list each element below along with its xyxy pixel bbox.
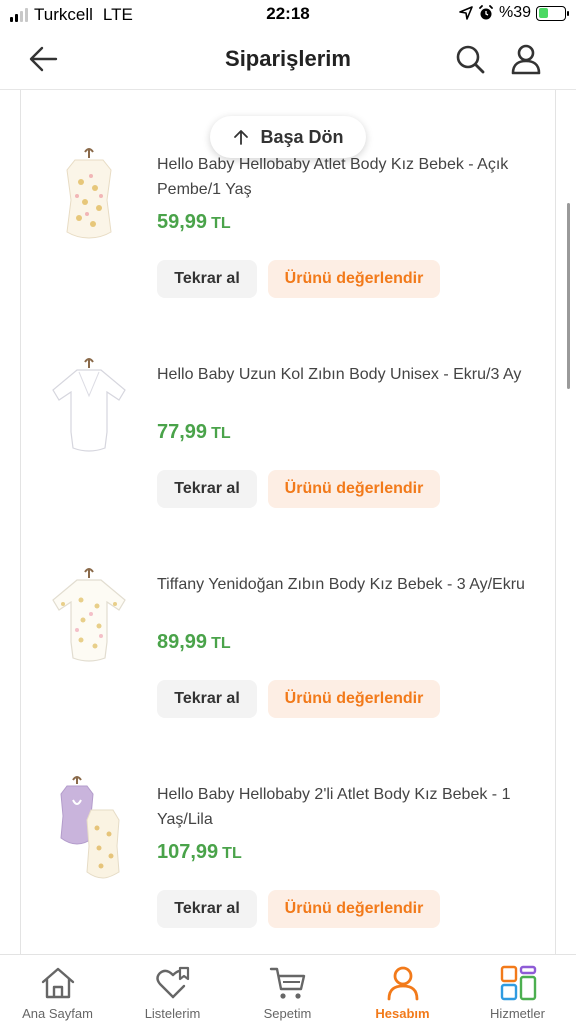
status-bar: Turkcell LTE 22:18 %39 (0, 0, 576, 30)
product-price: 59,99 TL (157, 211, 231, 234)
order-item: Tiffany Yenidoğan Zıbın Body Kız Bebek -… (21, 568, 555, 782)
review-product-button[interactable]: Ürünü değerlendir (268, 890, 440, 928)
heart-list-icon (156, 966, 190, 999)
account-icon (387, 966, 419, 1001)
product-name[interactable]: Hello Baby Uzun Kol Zıbın Body Unisex - … (157, 362, 537, 387)
page-title: Siparişlerim (225, 46, 351, 71)
back-to-top-label: Başa Dön (260, 126, 344, 147)
order-item: Hello Baby Hellobaby Atlet Body Kız Bebe… (21, 148, 555, 362)
app-header: Siparişlerim (0, 30, 576, 90)
services-grid-icon (500, 965, 537, 1001)
review-product-button[interactable]: Ürünü değerlendir (268, 680, 440, 718)
product-image[interactable] (47, 776, 131, 886)
alarm-icon (479, 5, 493, 20)
price-value: 77,99 (157, 421, 208, 443)
back-to-top-button[interactable]: Başa Dön (210, 116, 366, 158)
price-currency: TL (222, 845, 242, 862)
review-product-button[interactable]: Ürünü değerlendir (268, 470, 440, 508)
arrow-up-icon (234, 130, 249, 145)
bottom-tab-bar: Ana Sayfam Listelerim Sepetim Hesabım Hi… (0, 954, 576, 1024)
tab-label: Hizmetler (490, 1006, 545, 1021)
battery-icon (536, 5, 569, 21)
reorder-button[interactable]: Tekrar al (157, 680, 257, 718)
location-arrow-icon (459, 6, 473, 20)
cart-icon (269, 967, 306, 999)
home-icon (41, 967, 75, 999)
tab-label: Ana Sayfam (22, 1006, 93, 1021)
price-value: 59,99 (157, 211, 208, 233)
scrollbar[interactable] (567, 203, 570, 389)
price-currency: TL (211, 635, 231, 652)
order-item: Hello Baby Hellobaby 2'li Atlet Body Kız… (21, 776, 555, 954)
tab-label: Sepetim (263, 1006, 312, 1021)
tab-account[interactable]: Hesabım (345, 955, 460, 1024)
order-item: Hello Baby Uzun Kol Zıbın Body Unisex - … (21, 358, 555, 572)
review-product-button[interactable]: Ürünü değerlendir (268, 260, 440, 298)
product-image[interactable] (47, 356, 131, 466)
product-price: 77,99 TL (157, 421, 231, 444)
price-currency: TL (211, 215, 231, 232)
tab-lists[interactable]: Listelerim (115, 955, 230, 1024)
user-icon[interactable] (509, 42, 543, 76)
product-image[interactable] (47, 566, 131, 676)
tab-label: Hesabım (375, 1006, 430, 1021)
product-price: 89,99 TL (157, 631, 231, 654)
tab-services[interactable]: Hizmetler (460, 955, 575, 1024)
product-name[interactable]: Hello Baby Hellobaby Atlet Body Kız Bebe… (157, 152, 537, 202)
product-image[interactable] (47, 146, 131, 256)
tab-label: Listelerim (144, 1006, 201, 1021)
tab-cart[interactable]: Sepetim (230, 955, 345, 1024)
tab-home[interactable]: Ana Sayfam (0, 955, 115, 1024)
orders-list[interactable]: Hello Baby Hellobaby Atlet Body Kız Bebe… (20, 90, 556, 954)
reorder-button[interactable]: Tekrar al (157, 260, 257, 298)
reorder-button[interactable]: Tekrar al (157, 470, 257, 508)
price-value: 107,99 (157, 841, 219, 863)
battery-percent: %39 (498, 4, 531, 21)
reorder-button[interactable]: Tekrar al (157, 890, 257, 928)
product-name[interactable]: Tiffany Yenidoğan Zıbın Body Kız Bebek -… (157, 572, 537, 597)
price-currency: TL (211, 425, 231, 442)
product-name[interactable]: Hello Baby Hellobaby 2'li Atlet Body Kız… (157, 782, 537, 832)
search-icon[interactable] (454, 42, 486, 76)
status-right: %39 (459, 4, 569, 22)
product-price: 107,99 TL (157, 841, 242, 864)
price-value: 89,99 (157, 631, 208, 653)
